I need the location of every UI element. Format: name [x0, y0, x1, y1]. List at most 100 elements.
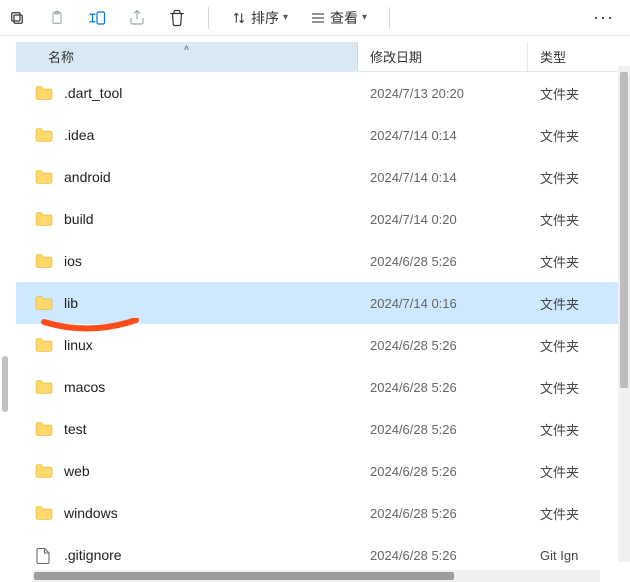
toolbar-left	[8, 9, 186, 27]
folder-icon	[34, 295, 54, 311]
file-row[interactable]: macos 2024/6/28 5:26文件夹	[16, 366, 630, 408]
sort-indicator-icon: ˄	[184, 43, 189, 53]
folder-icon	[34, 85, 54, 101]
cell-type: Git Ign	[528, 548, 630, 563]
column-header-name-label: 名称	[48, 47, 74, 66]
cell-date: 2024/6/28 5:26	[358, 506, 528, 521]
column-headers: ˄ 名称 修改日期 类型	[16, 42, 630, 72]
file-name-label: .idea	[64, 127, 94, 143]
column-header-date-label: 修改日期	[370, 47, 422, 66]
file-row[interactable]: lib 2024/7/14 0:16文件夹	[16, 282, 630, 324]
file-name-label: android	[64, 169, 111, 185]
cell-date: 2024/7/14 0:14	[358, 128, 528, 143]
file-row[interactable]: android 2024/7/14 0:14文件夹	[16, 156, 630, 198]
toolbar: 排序 ▾ 查看 ▾ ···	[0, 0, 630, 36]
file-name-label: ios	[64, 253, 82, 269]
cell-date: 2024/7/14 0:20	[358, 212, 528, 227]
file-name-label: test	[64, 421, 87, 437]
file-row[interactable]: test2024/6/28 5:26文件夹	[16, 408, 630, 450]
folder-icon	[34, 169, 54, 185]
view-action[interactable]: 查看 ▾	[310, 8, 367, 28]
sort-action[interactable]: 排序 ▾	[231, 8, 288, 28]
cell-type: 文件夹	[528, 420, 630, 439]
left-gutter	[0, 36, 16, 582]
file-name-label: .gitignore	[64, 547, 122, 563]
toolbar-divider	[389, 7, 390, 29]
cell-name: ios	[16, 253, 358, 269]
vertical-scrollbar[interactable]	[618, 66, 630, 562]
cell-name: linux	[16, 337, 358, 353]
cell-type: 文件夹	[528, 210, 630, 229]
copy-icon[interactable]	[8, 9, 26, 27]
cell-name: .dart_tool	[16, 85, 358, 101]
folder-icon	[34, 505, 54, 521]
cell-name: web	[16, 463, 358, 479]
view-label: 查看	[330, 8, 358, 28]
cell-date: 2024/7/14 0:14	[358, 170, 528, 185]
file-row[interactable]: .idea 2024/7/14 0:14文件夹	[16, 114, 630, 156]
file-list: .dart_tool2024/7/13 20:20文件夹.idea2024/7/…	[16, 72, 630, 576]
clipboard-icon[interactable]	[48, 9, 66, 27]
cell-date: 2024/7/13 20:20	[358, 86, 528, 101]
rename-icon[interactable]	[88, 9, 106, 27]
cell-type: 文件夹	[528, 462, 630, 481]
folder-icon	[34, 337, 54, 353]
cell-date: 2024/6/28 5:26	[358, 548, 528, 563]
chevron-down-icon: ▾	[283, 12, 288, 23]
cell-type: 文件夹	[528, 252, 630, 271]
cell-type: 文件夹	[528, 378, 630, 397]
more-icon[interactable]: ···	[593, 7, 622, 28]
folder-icon	[34, 253, 54, 269]
cell-type: 文件夹	[528, 168, 630, 187]
file-name-label: lib	[64, 295, 78, 311]
file-row[interactable]: .dart_tool 2024/7/13 20:20文件夹	[16, 72, 630, 114]
folder-icon	[34, 211, 54, 227]
column-header-date[interactable]: 修改日期	[358, 42, 528, 71]
file-name-label: build	[64, 211, 94, 227]
file-row[interactable]: web 2024/6/28 5:26文件夹	[16, 450, 630, 492]
cell-date: 2024/6/28 5:26	[358, 254, 528, 269]
cell-name: macos	[16, 379, 358, 395]
cell-name: .idea	[16, 127, 358, 143]
folder-icon	[34, 463, 54, 479]
horizontal-scroll-thumb[interactable]	[34, 572, 454, 580]
column-header-type-label: 类型	[540, 47, 566, 66]
toolbar-divider	[208, 7, 209, 29]
file-row[interactable]: linux2024/6/28 5:26文件夹	[16, 324, 630, 366]
main-area: ˄ 名称 修改日期 类型 .dart_tool2024/7/13 20:20文件…	[0, 36, 630, 582]
cell-name: lib	[16, 295, 358, 311]
cell-type: 文件夹	[528, 504, 630, 523]
cell-type: 文件夹	[528, 126, 630, 145]
column-header-name[interactable]: ˄ 名称	[16, 42, 358, 71]
cell-name: build	[16, 211, 358, 227]
cell-type: 文件夹	[528, 84, 630, 103]
cell-date: 2024/6/28 5:26	[358, 338, 528, 353]
horizontal-scrollbar[interactable]	[32, 570, 600, 582]
chevron-down-icon: ▾	[362, 12, 367, 23]
file-name-label: web	[64, 463, 90, 479]
file-name-label: windows	[64, 505, 118, 521]
cell-date: 2024/6/28 5:26	[358, 464, 528, 479]
column-header-type[interactable]: 类型	[528, 42, 630, 71]
file-row[interactable]: ios 2024/6/28 5:26文件夹	[16, 240, 630, 282]
file-name-label: linux	[64, 337, 93, 353]
file-row[interactable]: build 2024/7/14 0:20文件夹	[16, 198, 630, 240]
cell-date: 2024/6/28 5:26	[358, 380, 528, 395]
file-row[interactable]: windows 2024/6/28 5:26文件夹	[16, 492, 630, 534]
cell-name: windows	[16, 505, 358, 521]
folder-icon	[34, 421, 54, 437]
cell-date: 2024/7/14 0:16	[358, 296, 528, 311]
cell-name: test	[16, 421, 358, 437]
file-area: ˄ 名称 修改日期 类型 .dart_tool2024/7/13 20:20文件…	[16, 36, 630, 582]
file-icon	[34, 547, 54, 563]
cell-type: 文件夹	[528, 294, 630, 313]
file-name-label: .dart_tool	[64, 85, 122, 101]
vertical-scroll-thumb[interactable]	[620, 72, 628, 388]
share-icon[interactable]	[128, 9, 146, 27]
cell-name: android	[16, 169, 358, 185]
file-name-label: macos	[64, 379, 105, 395]
folder-icon	[34, 127, 54, 143]
sort-label: 排序	[251, 8, 279, 28]
trash-icon[interactable]	[168, 9, 186, 27]
cell-name: .gitignore	[16, 547, 358, 563]
